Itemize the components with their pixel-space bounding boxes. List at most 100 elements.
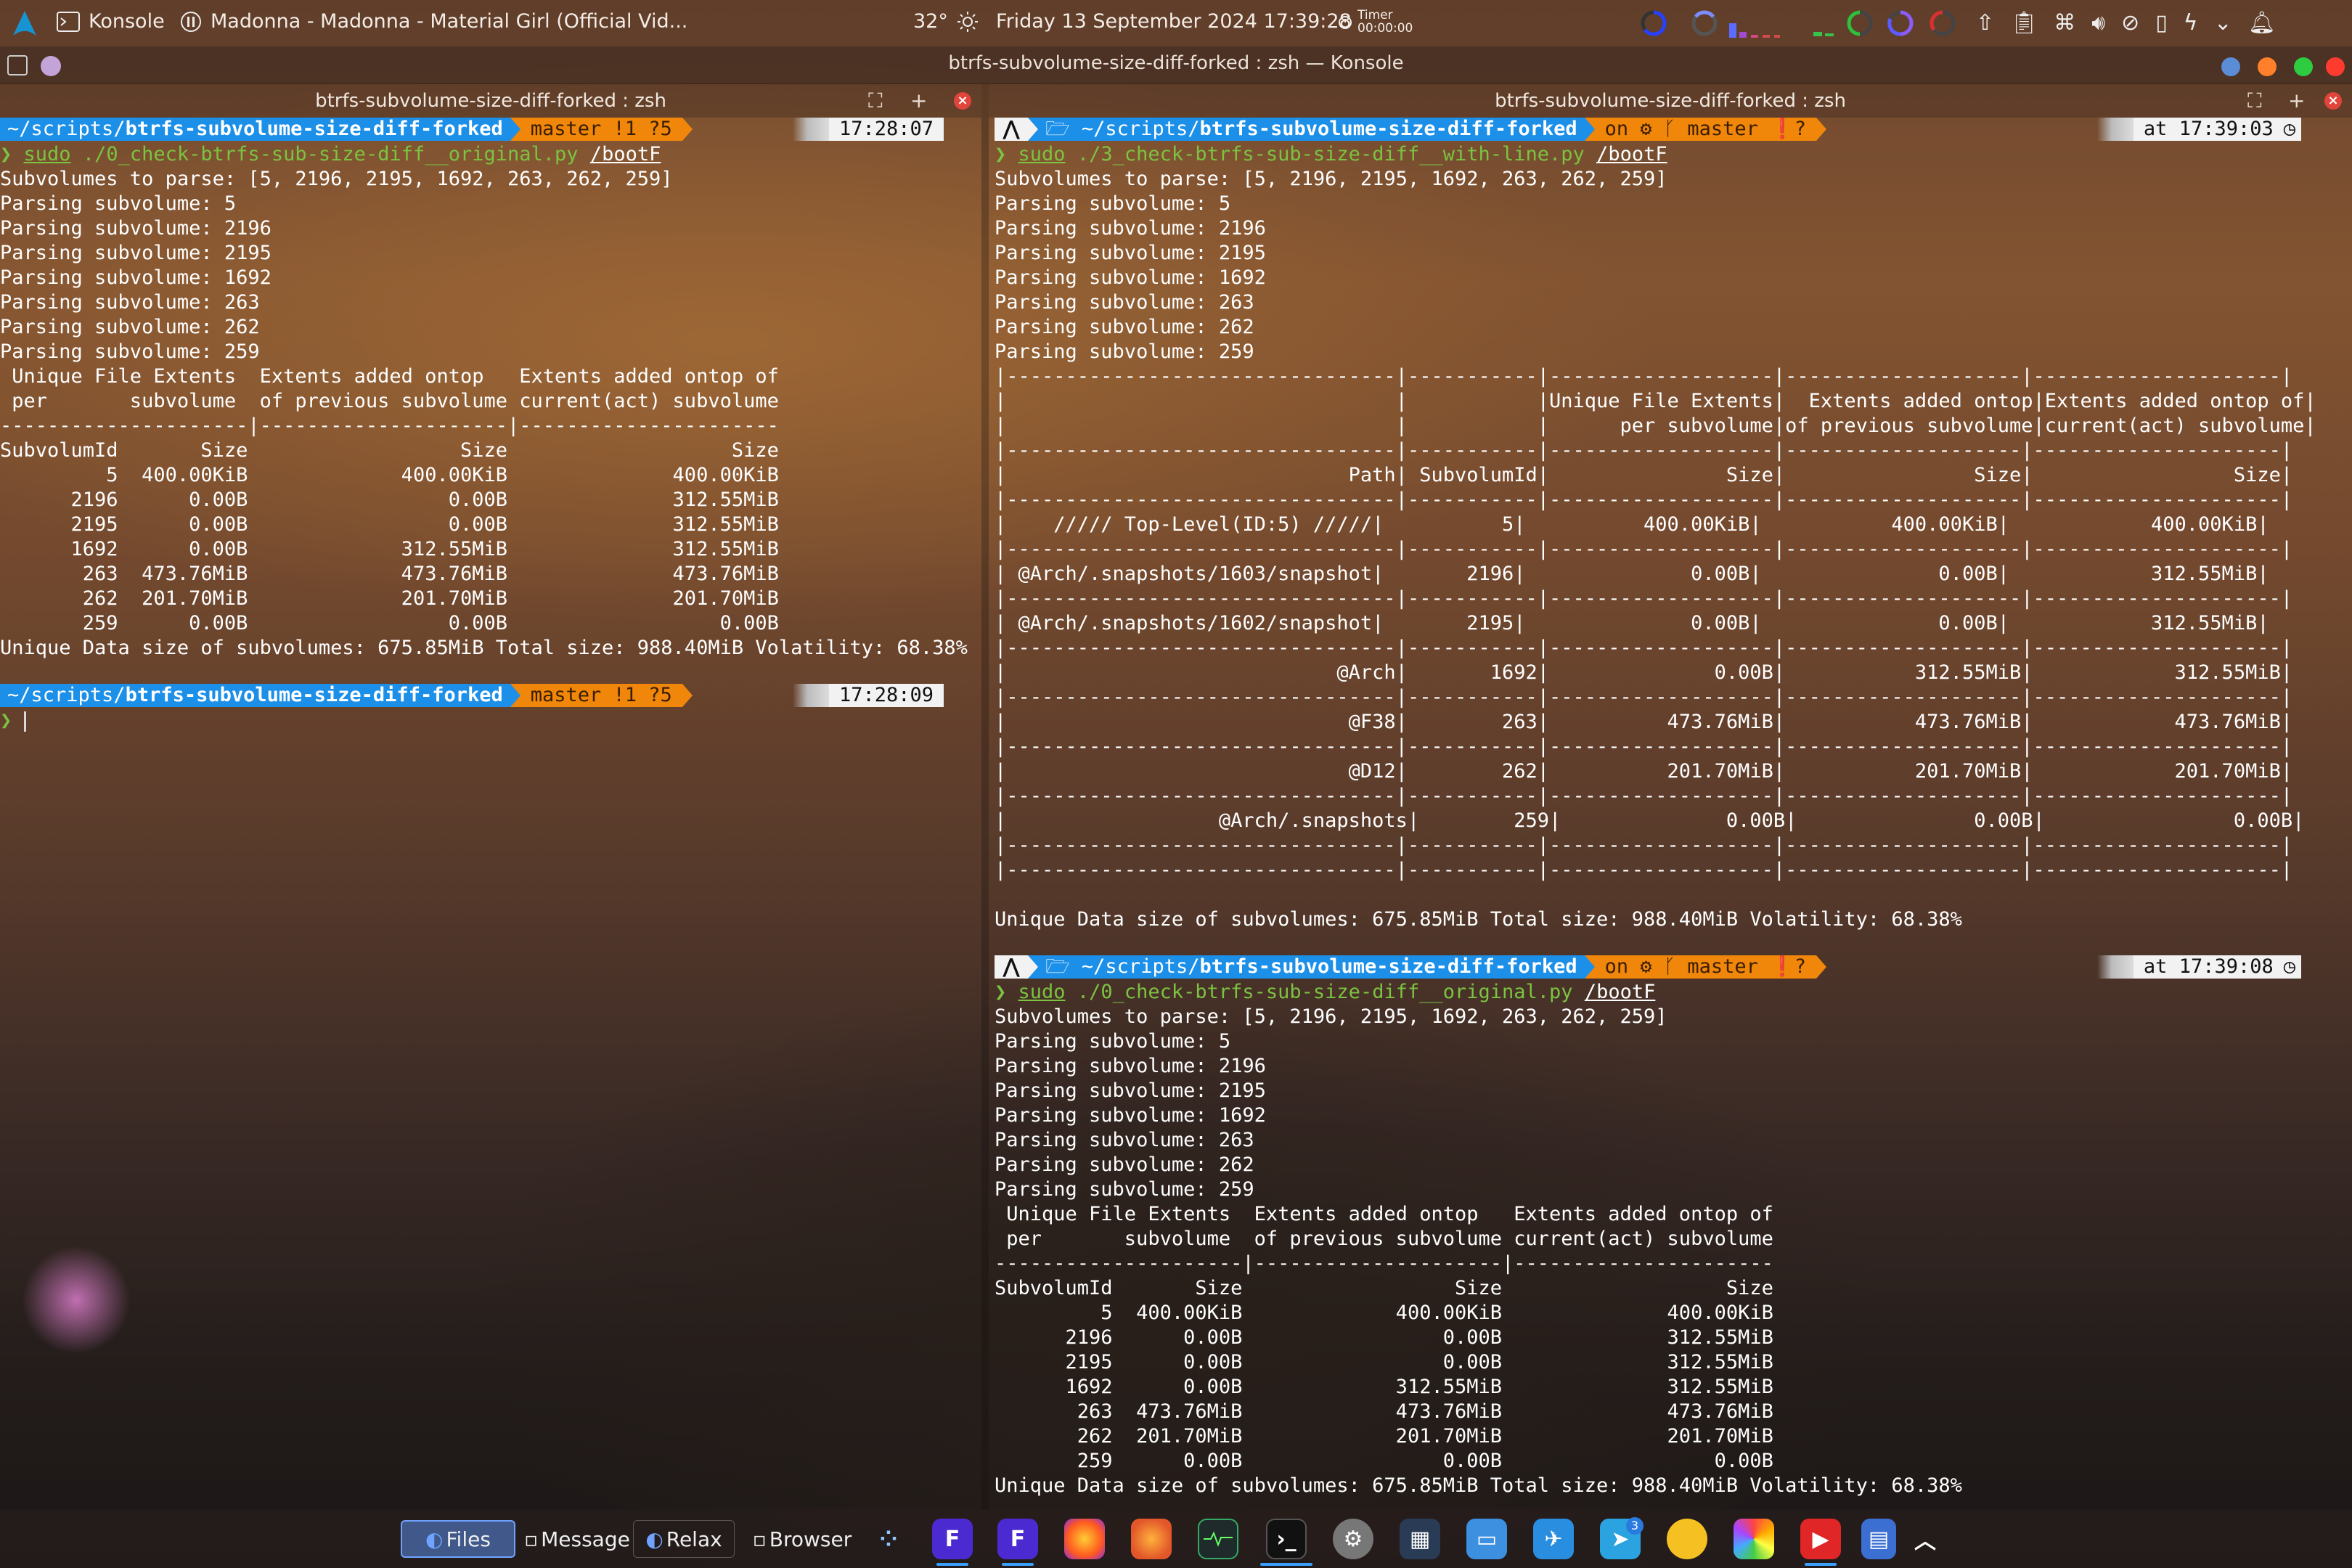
expand-tray-icon[interactable]: ︿ bbox=[1908, 1519, 1943, 1559]
split-divider[interactable] bbox=[981, 84, 989, 1510]
prompt-git-status: master !1 ?5 bbox=[520, 118, 682, 141]
calculator-icon[interactable]: ▦ bbox=[1400, 1519, 1440, 1559]
disk-graph-icon[interactable] bbox=[1813, 19, 1835, 38]
settings-icon[interactable]: ⚙ bbox=[1333, 1519, 1373, 1559]
activity-message[interactable]: ▫ Message bbox=[520, 1520, 634, 1558]
terminal-output-line: |---------------------------------|-----… bbox=[995, 637, 2293, 659]
new-tab-icon[interactable]: + bbox=[2288, 89, 2305, 113]
pause-icon bbox=[181, 11, 201, 32]
text-cursor bbox=[23, 711, 26, 732]
calendar-icon[interactable]: ▤ bbox=[1861, 1519, 1896, 1559]
terminal-output-line: |---------------------------------|-----… bbox=[995, 834, 2293, 857]
split-view-icon[interactable]: ⛶ bbox=[868, 89, 883, 113]
left-input-line[interactable]: ❯ bbox=[0, 709, 26, 733]
close-tab-icon[interactable]: × bbox=[954, 92, 971, 110]
terminal-output-line: Parsing subvolume: 259 bbox=[995, 1178, 1254, 1201]
mic-off-icon[interactable]: ⊘ bbox=[2121, 10, 2139, 36]
terminal-output-line: Parsing subvolume: 2195 bbox=[0, 242, 271, 264]
terminal-output-line: Subvolumes to parse: [5, 2196, 2195, 169… bbox=[995, 1005, 1667, 1028]
terminal-output-line: Parsing subvolume: 262 bbox=[0, 316, 260, 338]
right-command-line-2: ❯ sudo ./0_check-btrfs-sub-size-diff__or… bbox=[995, 981, 1656, 1003]
activity-files[interactable]: ◐ Files bbox=[401, 1520, 515, 1558]
left-terminal-pane[interactable]: btrfs-subvolume-size-diff-forked : zsh ⛶… bbox=[0, 84, 981, 1507]
prompt-git-status: master !1 ?5 bbox=[520, 684, 682, 707]
clock[interactable]: Friday 13 September 2024 17:39:28 bbox=[996, 10, 1352, 33]
power-icon[interactable]: ϟ bbox=[2184, 10, 2198, 36]
terminal-output-line: Parsing subvolume: 1692 bbox=[995, 266, 1266, 289]
prompt-path: 🗁 ~/scripts/btrfs-subvolume-size-diff-fo… bbox=[1038, 955, 1585, 979]
right-prompt-2: ⋀ 🗁 ~/scripts/btrfs-subvolume-size-diff-… bbox=[995, 955, 2301, 979]
timer-label: Timer bbox=[1357, 8, 1393, 23]
cpu-monitor-icon[interactable] bbox=[1639, 9, 1668, 38]
konsole-icon[interactable]: ›_ bbox=[1266, 1519, 1307, 1559]
terminal-output-line: 2195 0.00B 0.00B 312.55MiB bbox=[995, 1351, 1773, 1373]
prompt-time: at 17:39:03 bbox=[2133, 118, 2284, 141]
right-prompt-1: ⋀ 🗁 ~/scripts/btrfs-subvolume-size-diff-… bbox=[995, 118, 2301, 141]
updates-icon[interactable]: ⇧ bbox=[1976, 10, 1994, 36]
sparkle-icon[interactable]: ⁘ bbox=[868, 1519, 909, 1559]
arch-menu-button[interactable] bbox=[10, 9, 39, 38]
fluent-app-1-icon[interactable]: F bbox=[932, 1519, 973, 1559]
firefox-dev-icon[interactable] bbox=[1131, 1519, 1172, 1559]
clipboard-icon[interactable]: 📋︎ bbox=[2010, 10, 2038, 36]
terminal-output-line: 263 473.76MiB 473.76MiB 473.76MiB bbox=[0, 563, 779, 585]
memory-monitor-icon[interactable] bbox=[1690, 9, 1719, 38]
kde-connect-icon[interactable]: ⌘ bbox=[2054, 10, 2075, 36]
temp-monitor-icon[interactable] bbox=[1928, 9, 1957, 38]
swap-monitor-icon[interactable] bbox=[1886, 9, 1915, 38]
terminal-output-line: 5 400.00KiB 400.00KiB 400.00KiB bbox=[0, 464, 779, 486]
new-tab-icon[interactable]: + bbox=[910, 89, 927, 113]
left-tab-bar[interactable]: btrfs-subvolume-size-diff-forked : zsh ⛶… bbox=[0, 84, 981, 118]
terminal-output-line: SubvolumId Size Size Size bbox=[0, 439, 779, 462]
terminal-icon bbox=[57, 11, 80, 32]
terminal-output-line: 2196 0.00B 0.00B 312.55MiB bbox=[995, 1326, 1773, 1349]
kdeconnect-icon[interactable]: ✈ bbox=[1533, 1519, 1574, 1559]
close-button[interactable] bbox=[2326, 57, 2345, 76]
notifications-icon[interactable]: 🔔︎ bbox=[2248, 10, 2276, 36]
terminal-output-line: Unique File Extents Extents added ontop … bbox=[0, 365, 779, 388]
weather-widget[interactable]: 32° bbox=[913, 10, 979, 33]
media-title-label: Madonna - Madonna - Material Girl (Offic… bbox=[211, 10, 688, 33]
right-tab-bar[interactable]: btrfs-subvolume-size-diff-forked : zsh ⛶… bbox=[989, 84, 2352, 118]
photos-icon[interactable] bbox=[1734, 1519, 1774, 1559]
left-prompt-1: ~/scripts/btrfs-subvolume-size-diff-fork… bbox=[0, 118, 944, 141]
window-blue-button[interactable] bbox=[2221, 57, 2240, 76]
split-view-icon[interactable]: ⛶ bbox=[2247, 89, 2262, 113]
terminal-output-line: per subvolume of previous subvolume curr… bbox=[0, 390, 779, 412]
close-tab-icon[interactable]: × bbox=[2324, 92, 2342, 110]
activity-relax[interactable]: ◐ Relax bbox=[633, 1520, 735, 1558]
task-konsole-label: Konsole bbox=[89, 10, 165, 33]
youtube-icon[interactable]: ▶ bbox=[1800, 1519, 1841, 1559]
window-titlebar[interactable]: btrfs-subvolume-size-diff-forked : zsh —… bbox=[0, 46, 2352, 84]
minimize-button[interactable] bbox=[2258, 57, 2277, 76]
left-tab-title: btrfs-subvolume-size-diff-forked : zsh bbox=[315, 90, 666, 112]
firefox-icon[interactable] bbox=[1064, 1519, 1105, 1559]
battery-icon[interactable]: ▯ bbox=[2155, 10, 2168, 36]
network-graph-icon[interactable] bbox=[1726, 13, 1799, 38]
gpu-monitor-icon[interactable] bbox=[1845, 9, 1874, 38]
system-monitor-icon[interactable] bbox=[1198, 1519, 1238, 1559]
right-output-table: Subvolumes to parse: [5, 2196, 2195, 169… bbox=[995, 167, 2316, 932]
terminal-output-line: 263 473.76MiB 473.76MiB 473.76MiB bbox=[995, 1400, 1773, 1423]
prompt-time: 17:28:07 bbox=[828, 118, 944, 141]
temperature-label: 32° bbox=[913, 10, 948, 33]
terminal-output-line: Parsing subvolume: 1692 bbox=[995, 1104, 1266, 1127]
media-title[interactable]: Madonna - Madonna - Material Girl (Offic… bbox=[180, 10, 687, 33]
dolphin-icon[interactable]: ▭ bbox=[1466, 1519, 1507, 1559]
activity-browser[interactable]: ▫ Browser bbox=[748, 1520, 857, 1558]
notes-icon[interactable] bbox=[1667, 1519, 1707, 1559]
terminal-output-line: Parsing subvolume: 2196 bbox=[0, 217, 271, 240]
terminal-output-line: Parsing subvolume: 262 bbox=[995, 1153, 1254, 1176]
right-tab-title: btrfs-subvolume-size-diff-forked : zsh bbox=[1495, 90, 1846, 112]
timer-widget[interactable]: Timer 00:00:00 bbox=[1337, 9, 1413, 35]
right-terminal-pane[interactable]: btrfs-subvolume-size-diff-forked : zsh ⛶… bbox=[989, 84, 2352, 1507]
volume-icon[interactable]: 🔊︎ bbox=[2091, 10, 2105, 36]
left-command-line: ❯ sudo ./0_check-btrfs-sub-size-diff__or… bbox=[0, 143, 661, 166]
task-konsole[interactable]: Konsole bbox=[57, 10, 165, 33]
fluent-app-2-icon[interactable]: F bbox=[997, 1519, 1038, 1559]
maximize-button[interactable] bbox=[2294, 57, 2313, 76]
blurred-desktop-icon bbox=[22, 1246, 131, 1355]
clock-icon: ◷ bbox=[2283, 118, 2301, 141]
terminal-output-line: Subvolumes to parse: [5, 2196, 2195, 169… bbox=[995, 168, 1667, 190]
tray-expand-icon[interactable]: ⌄ bbox=[2214, 10, 2232, 36]
